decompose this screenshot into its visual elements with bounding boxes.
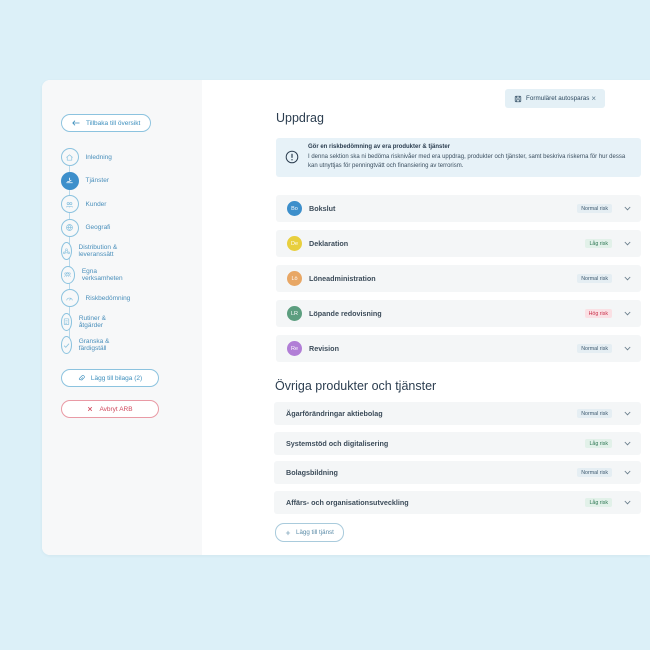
info-alert-icon xyxy=(285,150,299,164)
assignment-row-deklaration[interactable]: De Deklaration Låg risk xyxy=(276,230,641,257)
chevron-down-icon[interactable] xyxy=(623,345,631,353)
other-services-title: Övriga produkter och tjänster xyxy=(275,379,437,393)
step-item-riskbedomning[interactable]: Riskbedömning xyxy=(60,289,131,307)
service-name: Ägarförändringar aktiebolag xyxy=(286,409,383,418)
risk-badge: Normal risk xyxy=(577,344,612,353)
assignment-name: Löneadministration xyxy=(309,274,376,283)
step-item-kunder[interactable]: Kunder xyxy=(60,195,107,213)
cancel-arb-button[interactable]: Avbryt ARB xyxy=(61,400,159,418)
chevron-down-icon[interactable] xyxy=(623,499,631,507)
assignment-row-lopande-redovisning[interactable]: LR Löpande redovisning Hög risk xyxy=(276,300,641,327)
step-item-egna-verksamheten[interactable]: Egna verksamheten xyxy=(60,265,126,284)
service-row-affars-utveckling[interactable]: Affärs- och organisationsutveckling Låg … xyxy=(274,491,641,514)
step-label: Distribution & leveranssätt xyxy=(78,244,118,258)
attach-label: Lägg till bilaga (2) xyxy=(90,374,143,382)
step-label: Geografi xyxy=(85,224,111,231)
home-icon xyxy=(60,148,79,166)
save-icon xyxy=(514,95,522,102)
add-service-button[interactable]: Lägg till tjänst xyxy=(275,523,344,542)
page-title: Uppdrag xyxy=(276,111,324,125)
step-item-rutiner[interactable]: Rutiner & åtgärder xyxy=(60,312,110,331)
chevron-down-icon[interactable] xyxy=(623,440,631,448)
notice-body: I denna sektion ska ni bedöma risknivåer… xyxy=(308,154,626,169)
assignment-name: Deklaration xyxy=(309,239,349,248)
step-item-tjanster[interactable]: Tjänster xyxy=(60,171,109,190)
step-item-granska[interactable]: Granska & färdigställ xyxy=(60,336,113,354)
step-label: Granska & färdigställ xyxy=(78,338,110,352)
risk-badge: Låg risk xyxy=(585,439,612,448)
step-label: Tjänster xyxy=(85,177,109,184)
hand-icon xyxy=(60,171,79,190)
service-name: Systemstöd och digitalisering xyxy=(286,439,389,448)
avatar: Re xyxy=(287,341,302,356)
service-row-systemstod[interactable]: Systemstöd och digitalisering Låg risk xyxy=(274,432,641,455)
form-card: Tillbaka till översikt Inledning Tjänste… xyxy=(42,80,650,555)
risk-badge: Normal risk xyxy=(577,274,612,283)
team-icon xyxy=(60,265,75,284)
assignment-row-bokslut[interactable]: Bo Bokslut Normal risk xyxy=(276,195,641,222)
chevron-down-icon[interactable] xyxy=(623,310,631,318)
close-toast-button[interactable]: × xyxy=(591,94,596,103)
back-to-overview-button[interactable]: Tillbaka till översikt xyxy=(61,114,152,132)
assignment-name: Bokslut xyxy=(309,204,336,213)
step-label: Rutiner & åtgärder xyxy=(78,314,106,329)
network-icon xyxy=(60,242,72,260)
assignment-row-revision[interactable]: Re Revision Normal risk xyxy=(276,335,641,362)
gauge-icon xyxy=(60,289,79,307)
info-notice: Gör en riskbedömning av era produkter & … xyxy=(276,138,641,177)
notice-title: Gör en riskbedömning av era produkter & … xyxy=(308,144,451,150)
service-row-agarforandringar[interactable]: Ägarförändringar aktiebolag Normal risk xyxy=(274,402,641,425)
risk-badge: Låg risk xyxy=(585,239,612,248)
avatar: Lö xyxy=(287,271,302,286)
chevron-down-icon[interactable] xyxy=(623,410,631,418)
risk-badge: Låg risk xyxy=(585,498,612,507)
step-label: Egna verksamheten xyxy=(81,267,123,282)
plus-icon xyxy=(285,530,291,535)
assignment-row-loneadministration[interactable]: Lö Löneadministration Normal risk xyxy=(276,265,641,292)
add-attachment-button[interactable]: Lägg till bilaga (2) xyxy=(61,369,159,387)
paperclip-icon xyxy=(78,374,85,381)
main-content: Formuläret autosparas × Uppdrag Gör en r… xyxy=(202,80,650,555)
chevron-down-icon[interactable] xyxy=(623,275,631,283)
chevron-down-icon[interactable] xyxy=(623,240,631,248)
autosave-toast: Formuläret autosparas × xyxy=(505,89,605,108)
sidebar: Tillbaka till översikt Inledning Tjänste… xyxy=(42,80,202,555)
autosave-label: Formuläret autosparas xyxy=(526,95,590,102)
close-icon xyxy=(88,406,93,412)
service-row-bolagsbildning[interactable]: Bolagsbildning Normal risk xyxy=(274,461,641,484)
service-name: Bolagsbildning xyxy=(286,468,338,477)
avatar: De xyxy=(287,236,302,251)
risk-badge: Normal risk xyxy=(577,204,612,213)
arrow-left-icon xyxy=(72,120,80,126)
risk-badge: Normal risk xyxy=(577,468,612,477)
users-icon xyxy=(60,195,79,213)
assignment-name: Revision xyxy=(309,344,339,353)
step-label: Kunder xyxy=(85,200,107,208)
check-icon xyxy=(60,336,72,354)
avatar: Bo xyxy=(287,201,302,216)
avatar: LR xyxy=(287,306,302,321)
assignment-name: Löpande redovisning xyxy=(309,309,382,318)
risk-badge: Normal risk xyxy=(577,409,612,418)
risk-badge: Hög risk xyxy=(584,309,612,318)
step-item-distribution[interactable]: Distribution & leveranssätt xyxy=(60,242,121,260)
chevron-down-icon[interactable] xyxy=(623,469,631,477)
chevron-down-icon[interactable] xyxy=(623,205,631,213)
step-label: Inledning xyxy=(85,153,112,161)
cancel-label: Avbryt ARB xyxy=(99,405,133,413)
service-name: Affärs- och organisationsutveckling xyxy=(286,498,409,507)
back-label: Tillbaka till översikt xyxy=(86,119,141,127)
add-service-label: Lägg till tjänst xyxy=(296,529,334,536)
globe-icon xyxy=(60,218,79,237)
step-item-geografi[interactable]: Geografi xyxy=(60,218,111,237)
clipboard-icon xyxy=(60,312,72,331)
step-item-inledning[interactable]: Inledning xyxy=(60,148,112,166)
step-label: Riskbedömning xyxy=(85,294,131,302)
